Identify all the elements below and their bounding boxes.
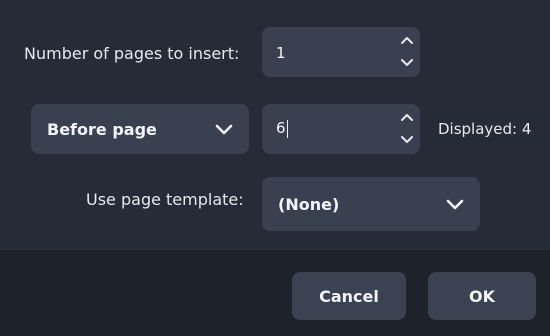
displayed-page-label: Displayed: 4 <box>438 120 532 138</box>
increment-arrow-icon[interactable] <box>399 33 415 47</box>
decrement-arrow-icon[interactable] <box>399 133 415 147</box>
pages-to-insert-value[interactable]: 1 <box>276 44 286 62</box>
position-dropdown[interactable]: Before page <box>31 104 249 154</box>
pages-to-insert-label: Number of pages to insert: <box>24 44 240 63</box>
dialog-footer: Cancel OK <box>0 250 550 336</box>
decrement-arrow-icon[interactable] <box>399 56 415 70</box>
page-template-label: Use page template: <box>86 190 244 209</box>
chevron-down-icon <box>215 124 233 135</box>
page-number-stepper[interactable]: 6 <box>262 104 420 154</box>
insert-pages-dialog: Number of pages to insert: 1 Before page… <box>0 0 550 336</box>
page-template-dropdown[interactable]: (None) <box>262 177 480 231</box>
page-number-value[interactable]: 6 <box>276 119 286 137</box>
ok-button[interactable]: OK <box>428 272 536 320</box>
increment-arrow-icon[interactable] <box>399 110 415 124</box>
chevron-down-icon <box>446 199 464 210</box>
text-caret <box>287 120 288 138</box>
pages-to-insert-stepper[interactable]: 1 <box>262 27 420 77</box>
position-dropdown-value: Before page <box>47 120 157 139</box>
page-template-dropdown-value: (None) <box>278 195 340 214</box>
cancel-button[interactable]: Cancel <box>292 272 406 320</box>
